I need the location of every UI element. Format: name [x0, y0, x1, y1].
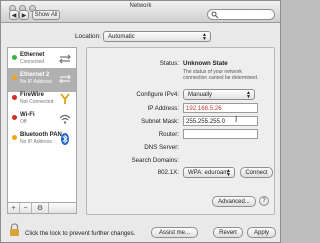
service-name: Ethernet 2 — [20, 72, 50, 78]
status-dot-icon — [12, 55, 17, 60]
service-status: Off — [20, 119, 27, 125]
show-all-button[interactable]: Show All — [32, 10, 60, 20]
subnet-mask-label: Subnet Mask: — [141, 118, 179, 125]
service-list-controls: + − ⚙ — [7, 203, 77, 214]
add-service-button[interactable]: + — [8, 203, 20, 213]
ip-address-field[interactable]: 192.168.5.26 — [183, 103, 258, 113]
gear-menu-button[interactable]: ⚙ — [32, 203, 49, 213]
configure-ipv4-value: Manually — [188, 91, 213, 98]
service-status: No IP Address — [20, 139, 52, 145]
search-field[interactable] — [207, 9, 275, 20]
dot1x-popup[interactable]: WPA: eduroam ▲ ▼ — [183, 167, 235, 178]
advanced-button[interactable]: Advanced... — [212, 196, 256, 207]
dot1x-label: 802.1X: — [157, 169, 179, 176]
connect-button[interactable]: Connect — [240, 167, 273, 178]
service-name: Bluetooth PAN — [20, 132, 62, 138]
ip-address-label: IP Address: — [147, 105, 179, 112]
location-popup[interactable]: Automatic ▲ ▼ — [103, 31, 211, 42]
popup-arrows-icon: ▲ ▼ — [226, 168, 231, 178]
remove-service-button[interactable]: − — [20, 203, 32, 213]
configure-ipv4-label: Configure IPv4: — [136, 91, 179, 98]
search-icon — [211, 11, 219, 19]
service-name: Wi-Fi — [20, 112, 35, 118]
service-status: No IP Address — [20, 79, 52, 85]
dot1x-value: WPA: eduroam — [188, 169, 229, 176]
back-button[interactable]: ◀ — [9, 10, 19, 20]
gear-icon: ⚙ — [36, 205, 44, 212]
router-label: Router: — [158, 131, 179, 138]
forward-button[interactable]: ▶ — [19, 10, 29, 20]
ethernet-icon — [59, 54, 71, 64]
status-dot-icon — [12, 115, 17, 120]
wifi-icon — [59, 114, 71, 124]
firewire-icon — [60, 93, 70, 104]
dns-server-label: DNS Server: — [144, 144, 179, 151]
location-label: Location: — [75, 33, 101, 40]
status-value: Unknown State — [183, 60, 228, 67]
bluetooth-icon — [61, 133, 69, 145]
assist-me-button[interactable]: Assist me... — [151, 227, 198, 238]
lock-icon[interactable] — [9, 223, 20, 237]
text-cursor-icon: I — [235, 115, 238, 124]
ethernet-icon — [59, 74, 71, 84]
service-details-panel: Status: Unknown State The status of your… — [86, 47, 275, 215]
status-label: Status: — [159, 60, 179, 67]
service-name: FireWire — [20, 92, 44, 98]
revert-button[interactable]: Revert — [213, 227, 243, 238]
subnet-mask-field[interactable]: 255.255.255.0 — [183, 116, 258, 126]
router-field[interactable] — [183, 129, 258, 139]
service-list: Ethernet Connected Ethernet 2 No IP Addr… — [7, 47, 77, 203]
search-domains-label: Search Domains: — [131, 157, 179, 164]
service-status: Not Connected — [20, 99, 54, 105]
help-button[interactable]: ? — [259, 196, 269, 206]
location-value: Automatic — [108, 33, 135, 40]
status-dot-icon — [12, 75, 17, 80]
lock-instruction: Click the lock to prevent further change… — [25, 230, 136, 237]
status-dot-icon — [12, 135, 17, 140]
popup-arrows-icon: ▲ ▼ — [202, 32, 207, 42]
service-status: Connected — [20, 59, 45, 65]
apply-button[interactable]: Apply — [247, 227, 276, 238]
status-dot-icon — [12, 95, 17, 100]
popup-arrows-icon: ▲ ▼ — [246, 90, 251, 100]
service-item-bluetooth-pan[interactable]: Bluetooth PAN No IP Address — [8, 128, 76, 152]
status-note: The status of your network connection ca… — [183, 69, 259, 81]
network-preferences-window: Network ◀ ▶ Show All Location: Automatic… — [0, 0, 281, 243]
configure-ipv4-popup[interactable]: Manually ▲ ▼ — [183, 89, 255, 100]
service-name: Ethernet — [20, 52, 45, 58]
